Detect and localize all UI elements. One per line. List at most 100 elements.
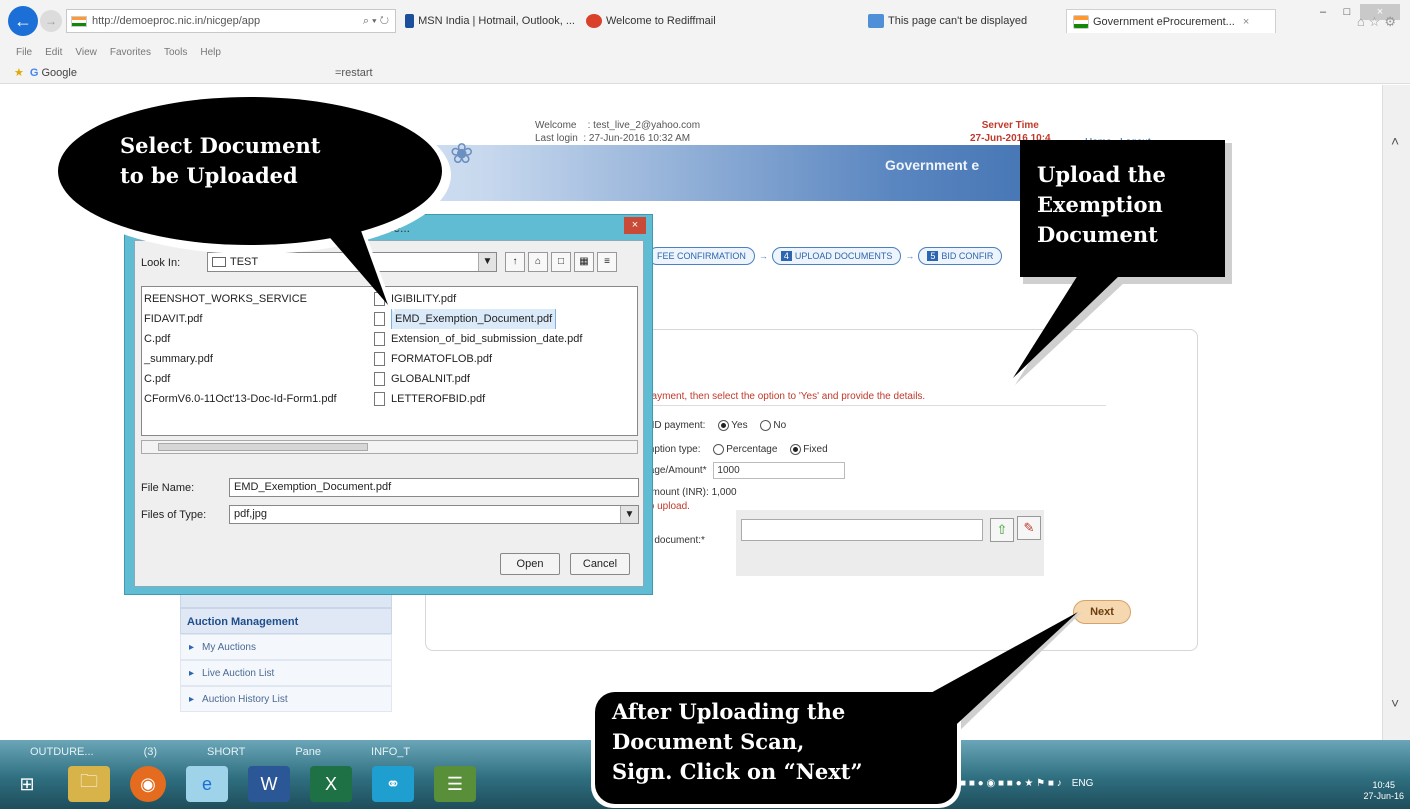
system-clock[interactable]: 10:45 27-Jun-16 bbox=[1363, 780, 1404, 802]
file-item[interactable]: C.pdf bbox=[142, 369, 370, 389]
document-icon bbox=[374, 312, 385, 326]
step-bid-confirmation: 5 BID CONFIR bbox=[918, 247, 1003, 265]
tab-msn[interactable]: MSN India | Hotmail, Outlook, ... bbox=[405, 9, 575, 33]
restart-favorite[interactable]: =restart bbox=[335, 67, 373, 79]
document-icon bbox=[374, 352, 385, 366]
headphones-icon[interactable]: ⚭ bbox=[372, 766, 414, 802]
logout-link[interactable]: Logout bbox=[1120, 137, 1151, 148]
menu-view[interactable]: View bbox=[75, 47, 97, 58]
fixed-radio[interactable] bbox=[790, 444, 802, 455]
internet-explorer-icon[interactable]: e bbox=[186, 766, 228, 802]
chevron-down-icon[interactable]: ˅ bbox=[1391, 695, 1399, 711]
home-folder-icon[interactable]: ⌂ bbox=[528, 252, 548, 272]
file-item[interactable]: C.pdf bbox=[142, 329, 370, 349]
url-text[interactable]: http://demoeproc.nic.in/nicgep/app bbox=[92, 15, 363, 27]
chevron-up-icon[interactable]: ˄ bbox=[1391, 133, 1399, 149]
amount-row: tage/Amount* 1000 bbox=[646, 462, 846, 479]
menu-help[interactable]: Help bbox=[200, 47, 221, 58]
maximize-button[interactable]: □ bbox=[1336, 4, 1358, 20]
side-menu-item-live-auction-list[interactable]: Live Auction List bbox=[180, 660, 392, 686]
dialog-close-button[interactable]: × bbox=[624, 217, 646, 234]
windows-start-icon[interactable]: ⊞ bbox=[6, 766, 48, 802]
document-icon bbox=[374, 392, 385, 406]
emd-yes-radio[interactable] bbox=[718, 420, 730, 431]
home-star-gear-icons[interactable]: ⌂☆⚙ bbox=[1357, 14, 1400, 30]
tab-rediffmail[interactable]: Welcome to Rediffmail bbox=[586, 9, 756, 33]
app-stack-icon[interactable]: ☰ bbox=[434, 766, 476, 802]
emd-no-radio[interactable] bbox=[760, 420, 772, 431]
tab-error-page[interactable]: This page can't be displayed bbox=[868, 9, 1053, 33]
file-item[interactable]: FORMATOFLOB.pdf bbox=[372, 349, 637, 369]
excel-icon[interactable]: X bbox=[310, 766, 352, 802]
file-item[interactable]: LETTEROFBID.pdf bbox=[372, 389, 637, 409]
file-list-scrollbar[interactable] bbox=[141, 440, 638, 454]
dialog-toolbar: ↑ ⌂ □ ▦ ≡ bbox=[505, 252, 617, 272]
arrow-right-icon: → bbox=[758, 251, 768, 261]
back-button[interactable]: ← bbox=[8, 6, 38, 36]
tray-icons[interactable]: ■ ■ ● ◉ ■ ■ ● ★ ⚑ ■ ♪ bbox=[960, 778, 1062, 789]
file-item[interactable]: IGIBILITY.pdf bbox=[372, 289, 637, 309]
cancel-button[interactable]: Cancel bbox=[570, 553, 630, 575]
callout-next-text: After Uploading the Document Scan, Sign.… bbox=[612, 699, 863, 784]
exemption-type-row: mption type: Percentage Fixed bbox=[646, 444, 828, 456]
new-folder-icon[interactable]: □ bbox=[551, 252, 571, 272]
firefox-icon[interactable]: ◉ bbox=[130, 766, 166, 802]
emd-payment-row: MD payment: Yes No bbox=[646, 420, 787, 432]
ie-page-icon bbox=[868, 14, 884, 28]
file-type-select[interactable]: pdf,jpg ▼ bbox=[229, 505, 639, 524]
search-refresh-icons[interactable]: ⌕ ▾ ↻ bbox=[363, 15, 395, 28]
minimize-button[interactable]: – bbox=[1312, 4, 1334, 20]
file-item[interactable]: FIDAVIT.pdf bbox=[142, 309, 370, 329]
file-item[interactable]: _summary.pdf bbox=[142, 349, 370, 369]
menu-file[interactable]: File bbox=[16, 47, 32, 58]
callout-select-text: Select Document to be Uploaded bbox=[120, 133, 321, 188]
folder-icon bbox=[212, 257, 226, 267]
word-icon[interactable]: W bbox=[248, 766, 290, 802]
next-button[interactable]: Next bbox=[1073, 600, 1131, 624]
address-bar[interactable]: http://demoeproc.nic.in/nicgep/app ⌕ ▾ ↻ bbox=[66, 9, 396, 33]
side-menu-item-auction-history-list[interactable]: Auction History List bbox=[180, 686, 392, 712]
browse-upload-button[interactable]: ⇧ bbox=[990, 518, 1014, 542]
menu-edit[interactable]: Edit bbox=[45, 47, 62, 58]
signature-icon: ✎ bbox=[1023, 520, 1035, 535]
page-scrollbar[interactable]: ˄ ˅ bbox=[1382, 85, 1410, 740]
menu-tools[interactable]: Tools bbox=[164, 47, 187, 58]
menu-favorites[interactable]: Favorites bbox=[110, 47, 151, 58]
sign-document-button[interactable]: ✎ bbox=[1017, 516, 1041, 540]
file-item[interactable]: REENSHOT_WORKS_SERVICE bbox=[142, 289, 370, 309]
file-item[interactable]: GLOBALNIT.pdf bbox=[372, 369, 637, 389]
look-in-dropdown[interactable]: TEST ▼ bbox=[207, 252, 497, 272]
google-favorite[interactable]: G Google bbox=[30, 67, 77, 79]
side-menu-item-my-auctions[interactable]: My Auctions bbox=[180, 634, 392, 660]
home-link[interactable]: Home bbox=[1085, 137, 1112, 148]
list-view-icon[interactable]: ▦ bbox=[574, 252, 594, 272]
favorites-star-icon[interactable]: ★ bbox=[14, 66, 24, 79]
site-logo-icon: ❀ bbox=[450, 138, 474, 169]
up-folder-icon[interactable]: ↑ bbox=[505, 252, 525, 272]
document-path-input[interactable] bbox=[741, 519, 983, 541]
side-menu-heading-auction-management[interactable]: Auction Management bbox=[180, 608, 392, 634]
open-button[interactable]: Open bbox=[500, 553, 560, 575]
language-indicator[interactable]: ENG bbox=[1072, 778, 1094, 789]
tab-government-eprocurement[interactable]: Government eProcurement... × bbox=[1066, 9, 1276, 33]
close-tab-icon[interactable]: × bbox=[1243, 16, 1249, 28]
file-type-label: Files of Type: bbox=[141, 509, 207, 521]
file-column-1: REENSHOT_WORKS_SERVICE FIDAVIT.pdf C.pdf… bbox=[142, 289, 370, 409]
rediff-icon bbox=[586, 14, 602, 28]
taskbar-apps: ⊞ 🗀 ◉ e W X ⚭ ☰ bbox=[6, 766, 476, 802]
file-explorer-icon[interactable]: 🗀 bbox=[68, 766, 110, 802]
look-in-label: Look In: bbox=[141, 257, 181, 269]
file-name-input[interactable]: EMD_Exemption_Document.pdf bbox=[229, 478, 639, 497]
scroll-thumb[interactable] bbox=[158, 443, 368, 451]
amount-input[interactable]: 1000 bbox=[713, 462, 846, 479]
favorites-bar: ★ G Google =restart bbox=[0, 62, 1410, 84]
details-view-icon[interactable]: ≡ bbox=[597, 252, 617, 272]
chevron-down-icon[interactable]: ▼ bbox=[478, 253, 496, 271]
percentage-radio[interactable] bbox=[713, 444, 725, 455]
home-logout-links: Home Logout bbox=[1085, 137, 1151, 148]
file-item[interactable]: CFormV6.0-11Oct'13-Doc-Id-Form1.pdf bbox=[142, 389, 370, 409]
chevron-down-icon[interactable]: ▼ bbox=[620, 506, 638, 523]
file-item[interactable]: Extension_of_bid_submission_date.pdf bbox=[372, 329, 637, 349]
forward-button[interactable]: → bbox=[40, 10, 62, 32]
file-item-selected[interactable]: EMD_Exemption_Document.pdf bbox=[372, 309, 637, 329]
